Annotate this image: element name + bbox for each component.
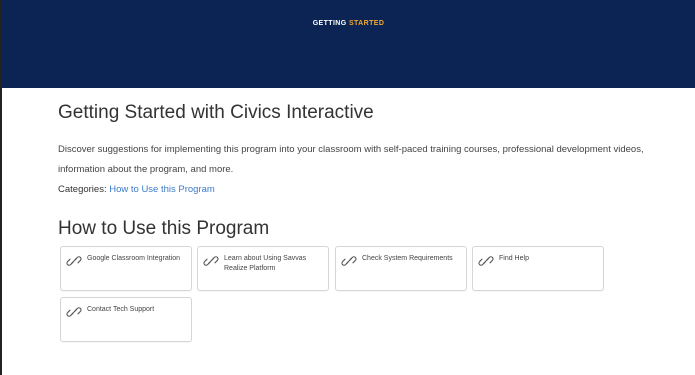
card-learn-about-savvas-realize[interactable]: Learn about Using Savvas Realize Platfor… [197,246,329,291]
page-description: Discover suggestions for implementing th… [58,144,644,175]
card-label: Learn about Using Savvas Realize Platfor… [224,255,307,272]
categories-line: Categories: How to Use this Program [58,184,678,195]
banner-title-accent: STARTED [348,20,385,27]
link-icon [66,307,82,317]
link-icon [203,256,219,266]
section-title: How to Use this Program [58,218,270,239]
card-find-help[interactable]: Find Help [472,246,604,291]
categories-label: Categories: [58,184,107,195]
card-check-system-requirements[interactable]: Check System Requirements [335,246,467,291]
link-icon [341,256,357,266]
link-icon [66,256,82,266]
banner-title-part1: GETTING [312,20,349,27]
banner-title: GETTING STARTED [2,20,695,27]
card-contact-tech-support[interactable]: Contact Tech Support [60,297,192,342]
card-google-classroom-integration[interactable]: Google Classroom Integration [60,246,192,291]
card-label: Check System Requirements [362,255,453,262]
card-label: Google Classroom Integration [87,255,180,262]
card-label: Contact Tech Support [87,306,155,313]
page-title: Getting Started with Civics Interactive [58,102,374,123]
category-link[interactable]: How to Use this Program [109,184,215,195]
link-icon [478,256,494,266]
page-banner: GETTING STARTED [2,0,695,88]
main-content: Getting Started with Civics Interactive … [58,100,678,195]
card-label: Find Help [499,255,529,262]
